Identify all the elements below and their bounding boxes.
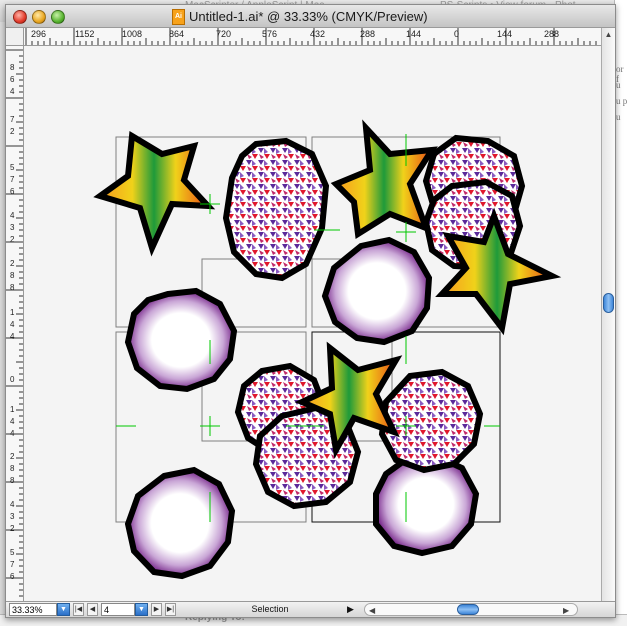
document-window: Ai Untitled-1.ai* @ 33.33% (CMYK/Preview…	[5, 4, 616, 618]
ruler-label: 1008	[122, 29, 143, 39]
ruler-label: 4	[10, 429, 15, 438]
last-page-icon[interactable]: ▶|	[165, 603, 176, 616]
current-tool-status[interactable]: Selection	[190, 604, 350, 614]
horizontal-ruler[interactable]: 296 1152 1008 864 720 576 432 288 144 0 …	[24, 28, 601, 46]
background-text-fragment: u	[616, 112, 621, 122]
close-window-button[interactable]	[13, 10, 27, 24]
ruler-label: 296	[31, 29, 47, 39]
vertical-ruler[interactable]: 8 6 4 7 2 5 7 6 4 3 2 2 8 8 1 4 4 0 1 4 …	[6, 46, 24, 601]
ruler-label: 4	[10, 320, 15, 329]
ruler-label: 2	[10, 259, 15, 268]
ruler-label: 8	[10, 476, 15, 485]
ruler-label: 4	[10, 87, 15, 96]
zoom-window-button[interactable]	[51, 10, 65, 24]
ruler-label: 0	[454, 29, 460, 39]
ruler-label: 2	[10, 524, 15, 533]
zoom-level-field[interactable]: 33.33%	[9, 603, 57, 616]
ruler-origin[interactable]	[6, 28, 24, 46]
ruler-label: 8	[10, 283, 15, 292]
title-bar[interactable]: Ai Untitled-1.ai* @ 33.33% (CMYK/Preview…	[6, 5, 615, 28]
horizontal-scroll-thumb[interactable]	[457, 604, 479, 615]
scroll-left-icon[interactable]: ◀	[369, 606, 375, 615]
vertical-scroll-thumb[interactable]	[603, 293, 614, 313]
first-page-icon[interactable]: |◀	[73, 603, 84, 616]
scroll-up-icon[interactable]: ▲	[602, 28, 615, 42]
ruler-label: 5	[10, 163, 15, 172]
ruler-label: 4	[10, 500, 15, 509]
ruler-label: 2	[10, 235, 15, 244]
background-text-fragment: u p	[616, 96, 627, 106]
ruler-label: 7	[10, 175, 15, 184]
next-page-icon[interactable]: ▶	[151, 603, 162, 616]
ruler-label: 144	[406, 29, 422, 39]
ruler-label: 3	[10, 512, 15, 521]
ruler-label: 8	[10, 464, 15, 473]
octagon-ring[interactable]	[124, 287, 238, 393]
scroll-right-icon[interactable]: ▶	[563, 606, 569, 615]
octagon-ring[interactable]	[124, 466, 236, 580]
ruler-label: 6	[10, 187, 15, 196]
artwork[interactable]	[24, 46, 601, 601]
artboard-canvas[interactable]	[24, 46, 601, 601]
page-number-field[interactable]: 4	[101, 603, 135, 616]
patterned-polygon[interactable]	[222, 137, 330, 282]
chevron-down-icon[interactable]: ▼	[135, 603, 148, 616]
status-menu-arrow-icon[interactable]: ▶	[347, 604, 354, 615]
ruler-label: 864	[169, 29, 185, 39]
ruler-label: 144	[497, 29, 513, 39]
patterned-polygon[interactable]	[378, 368, 484, 474]
ruler-label: 3	[10, 223, 15, 232]
ruler-label: 7	[10, 560, 15, 569]
ruler-label: 7	[10, 115, 15, 124]
ruler-label: 6	[10, 572, 15, 581]
ruler-label: 4	[10, 332, 15, 341]
ruler-label: 288	[544, 29, 560, 39]
vertical-ruler-ticks	[6, 49, 23, 597]
horizontal-scrollbar[interactable]: ◀ ▶	[364, 603, 578, 616]
ruler-label: 5	[10, 548, 15, 557]
ruler-label: 720	[216, 29, 232, 39]
ruler-label: 6	[10, 75, 15, 84]
window-title: Untitled-1.ai* @ 33.33% (CMYK/Preview)	[189, 9, 428, 24]
ruler-label: 1	[10, 308, 15, 317]
chevron-down-icon[interactable]: ▼	[57, 603, 70, 616]
ruler-label: 2	[10, 127, 15, 136]
ruler-label: 4	[10, 211, 15, 220]
ruler-label: 8	[10, 63, 15, 72]
background-text-fragment: u	[616, 80, 621, 90]
ruler-label: 2	[10, 452, 15, 461]
previous-page-icon[interactable]: ◀	[87, 603, 98, 616]
ruler-label: 576	[262, 29, 278, 39]
gradient-star[interactable]	[330, 119, 438, 240]
octagon-ring[interactable]	[321, 236, 433, 346]
ruler-label: 288	[360, 29, 376, 39]
ruler-label: 8	[10, 271, 15, 280]
ruler-label: 432	[310, 29, 326, 39]
ruler-label: 4	[10, 417, 15, 426]
vertical-scrollbar[interactable]: ▲	[601, 28, 615, 601]
document-icon: Ai	[172, 9, 185, 25]
status-bar: 33.33% ▼ |◀ ◀ 4 ▼ ▶ ▶| Selection ▶ ◀ ▶	[6, 601, 615, 617]
minimize-window-button[interactable]	[32, 10, 46, 24]
ruler-label: 1152	[75, 29, 95, 39]
ruler-label: 1	[10, 405, 15, 414]
ruler-label: 0	[10, 375, 15, 384]
